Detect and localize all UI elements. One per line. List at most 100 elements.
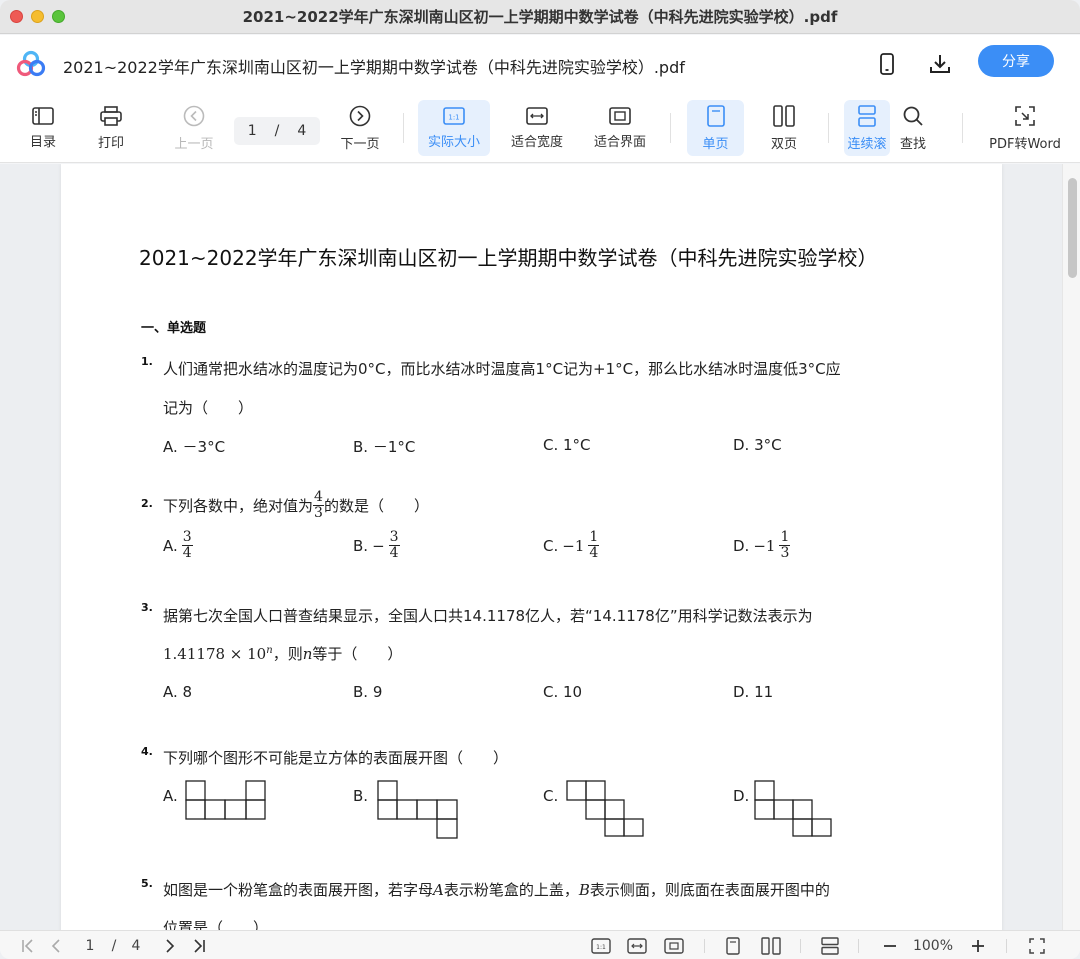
fit-page-button[interactable]: 适合界面: [586, 100, 654, 156]
svg-text:1:1: 1:1: [448, 113, 459, 121]
status-continuous-button[interactable]: [818, 936, 842, 956]
single-page-icon: [706, 104, 725, 127]
download-button[interactable]: [927, 51, 953, 77]
svg-text:1:1: 1:1: [596, 944, 606, 951]
continuous-scroll-label: 连续滚: [847, 136, 887, 152]
toolbar-divider: [828, 113, 829, 143]
printer-icon: [100, 105, 122, 126]
single-page-button[interactable]: 单页: [687, 100, 744, 156]
status-fit-width-button[interactable]: [626, 936, 648, 956]
fit-width-icon: [526, 106, 548, 125]
chevron-right-icon: [166, 939, 175, 953]
find-button[interactable]: 查找: [890, 100, 936, 156]
page-number-input[interactable]: 1 / 4: [234, 117, 320, 145]
window-controls: [10, 10, 65, 23]
pdf-to-word-button[interactable]: PDF转Word: [982, 100, 1068, 156]
print-button[interactable]: 打印: [86, 100, 136, 156]
status-single-page-button[interactable]: [722, 936, 744, 956]
fraction: 14: [588, 529, 600, 562]
question-text-part: ，则: [272, 645, 303, 663]
cube-net-d: [754, 780, 832, 837]
prev-page-small-button[interactable]: [46, 936, 66, 956]
single-page-label: 单页: [702, 136, 729, 152]
minus-icon: [884, 945, 896, 947]
first-page-button[interactable]: [18, 936, 38, 956]
sidebar-icon: [32, 106, 54, 125]
paper-title: 2021~2022学年广东深圳南山区初一上学期期中数学试卷（中科先进院实验学校）: [139, 246, 878, 270]
last-page-button[interactable]: [188, 936, 210, 956]
minimize-window-button[interactable]: [31, 10, 44, 23]
zoom-in-button[interactable]: [968, 936, 988, 956]
title-bar: 2021~2022学年广东深圳南山区初一上学期期中数学试卷（中科先进院实验学校）…: [0, 0, 1080, 34]
share-button[interactable]: 分享: [978, 45, 1054, 77]
actual-size-label: 实际大小: [427, 134, 480, 150]
option-a: A. 34: [163, 529, 193, 562]
last-page-icon: [194, 939, 205, 953]
toc-button[interactable]: 目录: [18, 100, 68, 156]
option-label: A.: [163, 536, 178, 555]
close-window-button[interactable]: [10, 10, 23, 23]
document-viewport[interactable]: 2021~2022学年广东深圳南山区初一上学期期中数学试卷（中科先进院实验学校）…: [0, 164, 1080, 930]
scrollbar-thumb[interactable]: [1068, 178, 1077, 278]
numerator: 3: [181, 529, 193, 547]
page-separator: /: [274, 123, 280, 139]
fit-page-icon: [609, 106, 631, 125]
status-page-total: 4: [131, 938, 141, 954]
toolbar-divider: [670, 113, 671, 143]
option-b: B. 9: [353, 683, 383, 701]
mixed-whole: −1: [562, 536, 585, 555]
option-d: D. −1 13: [733, 529, 791, 562]
double-page-icon: [773, 104, 795, 127]
fullscreen-button[interactable]: [1026, 936, 1048, 956]
denominator: 4: [389, 545, 399, 562]
prev-page-button[interactable]: 上一页: [166, 100, 222, 156]
question-text-part: 如图是一个粉笔盒的表面展开图，若字母: [163, 881, 434, 899]
status-actual-size-button[interactable]: 1:1: [590, 936, 612, 956]
status-divider: [704, 939, 705, 953]
continuous-scroll-button[interactable]: 连续滚: [844, 100, 890, 156]
option-label: B.: [353, 536, 369, 555]
double-page-icon: [761, 937, 781, 955]
prev-page-label: 上一页: [174, 136, 214, 152]
cube-net-a: [185, 780, 266, 820]
actual-size-icon: 1:1: [443, 106, 465, 125]
question-number: 2.: [141, 497, 153, 510]
option-c: C. −1 14: [543, 529, 600, 562]
question-number: 3.: [141, 601, 153, 614]
continuous-scroll-icon: [821, 937, 839, 955]
chevron-right-circle-icon: [349, 105, 371, 126]
mobile-view-button[interactable]: [874, 51, 900, 77]
download-icon: [930, 55, 950, 73]
pdf-to-word-label: PDF转Word: [989, 136, 1061, 152]
option-a: A. 8: [163, 683, 193, 701]
double-page-button[interactable]: 双页: [757, 100, 811, 156]
fraction: 34: [181, 529, 193, 562]
fit-width-button[interactable]: 适合宽度: [503, 100, 571, 156]
next-page-small-button[interactable]: [160, 936, 180, 956]
phone-icon: [880, 53, 894, 75]
question-number: 5.: [141, 877, 153, 890]
zoom-window-button[interactable]: [52, 10, 65, 23]
status-page-separator: /: [111, 938, 117, 954]
next-page-button[interactable]: 下一页: [333, 100, 387, 156]
fit-page-icon: [664, 938, 684, 954]
vertical-scrollbar[interactable]: [1062, 164, 1080, 930]
chevron-left-circle-icon: [183, 105, 205, 126]
option-b: B. − 34: [353, 529, 400, 562]
status-page-current[interactable]: 1: [82, 936, 98, 956]
status-divider: [1006, 939, 1007, 953]
fraction: 43: [313, 489, 324, 522]
math-expression: 1.41178 × 10: [163, 645, 267, 663]
zoom-out-button[interactable]: [880, 936, 900, 956]
status-double-page-button[interactable]: [759, 936, 783, 956]
next-page-label: 下一页: [340, 136, 380, 152]
question-text-part: 的数是（ ）: [323, 497, 429, 516]
single-page-icon: [726, 937, 740, 955]
status-fit-page-button[interactable]: [663, 936, 685, 956]
numerator: 1: [588, 529, 600, 547]
zoom-level[interactable]: 100%: [910, 936, 956, 956]
header-bar: 2021~2022学年广东深圳南山区初一上学期期中数学试卷（中科先进院实验学校）…: [0, 35, 1080, 93]
actual-size-button[interactable]: 1:1 实际大小: [418, 100, 490, 156]
question-text: 人们通常把水结冰的温度记为0°C，而比水结冰时温度高1°C记为+1°C，那么比水…: [163, 360, 841, 378]
toc-label: 目录: [29, 134, 56, 150]
